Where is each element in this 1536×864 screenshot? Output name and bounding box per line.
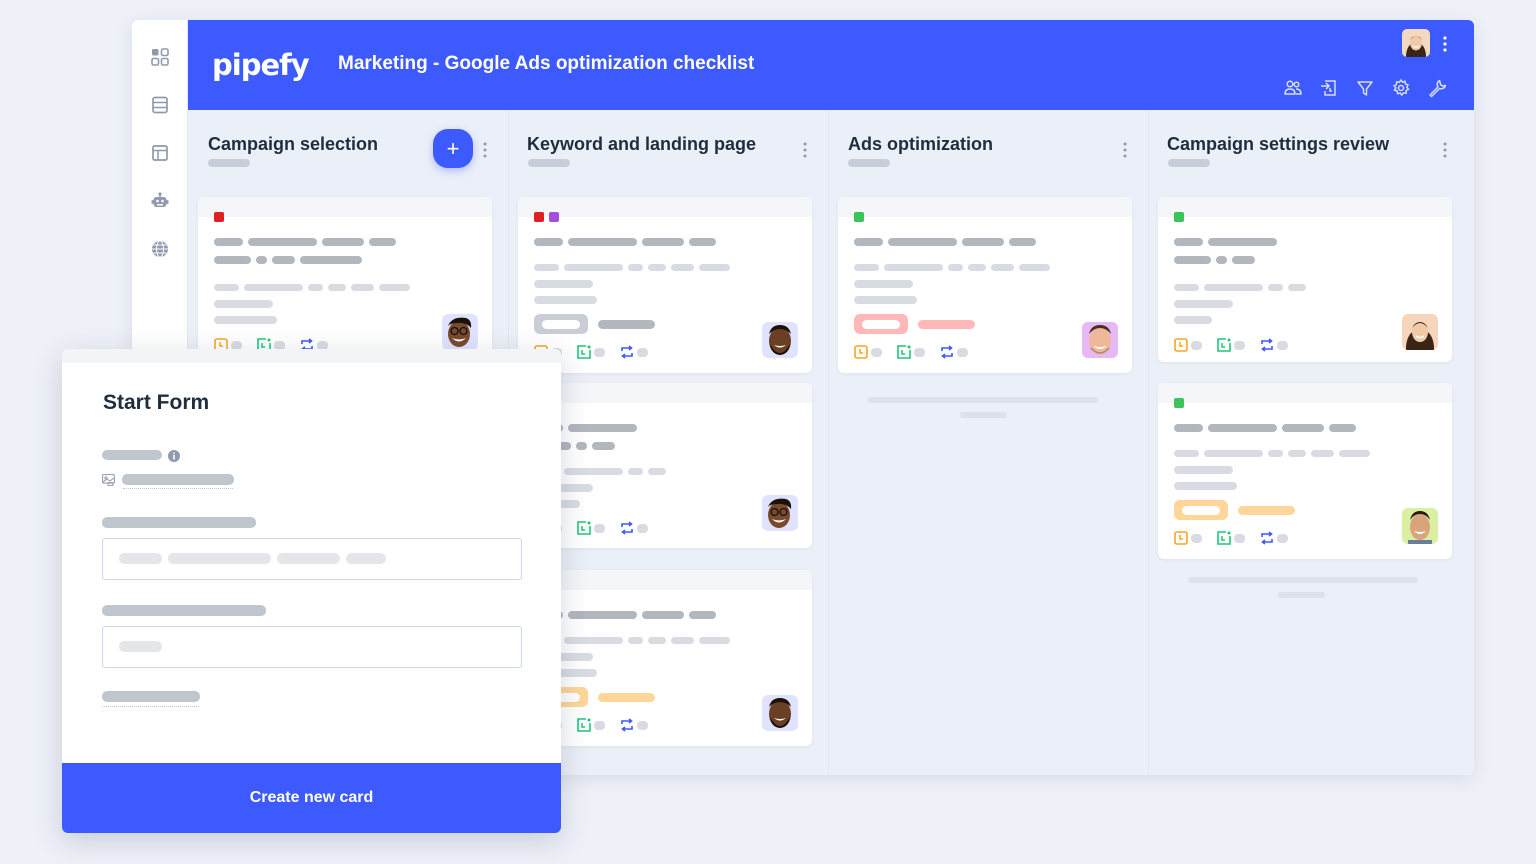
text-field-1[interactable]	[102, 538, 522, 580]
due-date-icon	[854, 345, 868, 359]
image-attachment-icon	[102, 473, 115, 487]
link-underline	[123, 488, 233, 489]
text-field-2[interactable]	[102, 626, 522, 668]
due-date-icon	[1174, 338, 1188, 352]
load-more-placeholder	[1278, 592, 1325, 598]
info-icon[interactable]	[168, 449, 180, 462]
card-labels	[214, 212, 224, 222]
phase-card-count	[1168, 159, 1210, 167]
load-more-placeholder	[960, 412, 1007, 418]
expiration-icon	[1217, 531, 1231, 545]
label-green	[854, 212, 864, 222]
header-toolbar	[1282, 77, 1448, 99]
globe-icon[interactable]	[149, 238, 171, 260]
expiration-icon	[1217, 338, 1231, 352]
label-red	[534, 212, 544, 222]
phase-more-menu[interactable]	[802, 142, 808, 158]
field-help-link[interactable]	[122, 474, 234, 485]
add-card-button[interactable]: +	[433, 129, 473, 168]
assignee-avatar[interactable]	[762, 322, 798, 358]
automation-bot-icon[interactable]	[149, 190, 171, 212]
members-icon[interactable]	[1282, 77, 1304, 99]
card[interactable]	[518, 197, 812, 373]
assignee-avatar[interactable]	[762, 495, 798, 531]
phase-title: Keyword and landing page	[527, 134, 757, 154]
card[interactable]	[838, 197, 1132, 373]
user-avatar[interactable]	[1402, 29, 1430, 57]
phase-title: Campaign settings review	[1167, 134, 1390, 154]
phase-campaign-settings-review: Campaign settings review	[1148, 110, 1468, 775]
expiration-icon	[577, 718, 591, 732]
assignee-avatar[interactable]	[1402, 508, 1438, 544]
field-label	[102, 605, 266, 616]
field-label-link[interactable]	[102, 691, 200, 702]
apps-grid-icon[interactable]	[149, 46, 171, 68]
expiration-icon	[577, 521, 591, 535]
expiration-icon	[577, 345, 591, 359]
field-label	[102, 450, 162, 460]
filter-icon[interactable]	[1354, 77, 1376, 99]
recurrence-icon	[1260, 338, 1274, 352]
phase-more-menu[interactable]	[1442, 142, 1448, 158]
assignee-avatar[interactable]	[1082, 322, 1118, 358]
form-header-strip	[62, 349, 561, 363]
card-tag	[1174, 500, 1228, 520]
phase-ads-optimization: Ads optimization	[828, 110, 1148, 775]
recurrence-icon	[1260, 531, 1274, 545]
form-title: Start Form	[103, 391, 210, 414]
load-more-placeholder	[1188, 577, 1418, 583]
recurrence-icon	[620, 345, 634, 359]
assignee-avatar[interactable]	[762, 695, 798, 731]
database-icon[interactable]	[149, 94, 171, 116]
card-footer	[854, 345, 980, 359]
card[interactable]	[1158, 383, 1452, 559]
card[interactable]	[518, 383, 812, 548]
phase-more-menu[interactable]	[482, 142, 488, 158]
load-more-placeholder	[868, 397, 1098, 403]
start-form-modal: Start Form Create new card	[62, 349, 561, 833]
card[interactable]	[518, 570, 812, 746]
recurrence-icon	[940, 345, 954, 359]
card-footer	[1174, 531, 1300, 545]
card-tag	[534, 314, 588, 334]
recurrence-icon	[620, 521, 634, 535]
card-footer	[1174, 338, 1300, 352]
pipefy-logo[interactable]: pipefy	[212, 48, 310, 82]
card-tag	[854, 314, 908, 334]
phase-card-count	[208, 159, 250, 167]
label-purple	[549, 212, 559, 222]
header-more-menu[interactable]	[1442, 36, 1448, 52]
phase-title: Ads optimization	[848, 134, 993, 154]
phase-card-count	[848, 159, 890, 167]
label-red	[214, 212, 224, 222]
pipe-header: pipefy Marketing - Google Ads optimizati…	[188, 20, 1474, 110]
phase-more-menu[interactable]	[1122, 142, 1128, 158]
import-icon[interactable]	[1318, 77, 1340, 99]
due-date-icon	[1174, 531, 1188, 545]
assignee-avatar[interactable]	[442, 314, 478, 350]
phase-card-count	[528, 159, 570, 167]
pipe-title: Marketing - Google Ads optimization chec…	[338, 53, 755, 74]
card[interactable]	[198, 197, 492, 357]
portal-icon[interactable]	[149, 142, 171, 164]
card-header	[198, 197, 492, 217]
link-underline	[102, 706, 199, 707]
assignee-avatar[interactable]	[1402, 314, 1438, 350]
settings-gear-icon[interactable]	[1390, 77, 1412, 99]
phase-title: Campaign selection	[208, 134, 379, 154]
card[interactable]	[1158, 197, 1452, 362]
label-green	[1174, 212, 1184, 222]
expiration-icon	[897, 345, 911, 359]
wrench-icon[interactable]	[1426, 77, 1448, 99]
create-new-card-button[interactable]: Create new card	[62, 763, 561, 833]
field-label	[102, 517, 256, 528]
recurrence-icon	[620, 718, 634, 732]
label-green	[1174, 398, 1184, 408]
